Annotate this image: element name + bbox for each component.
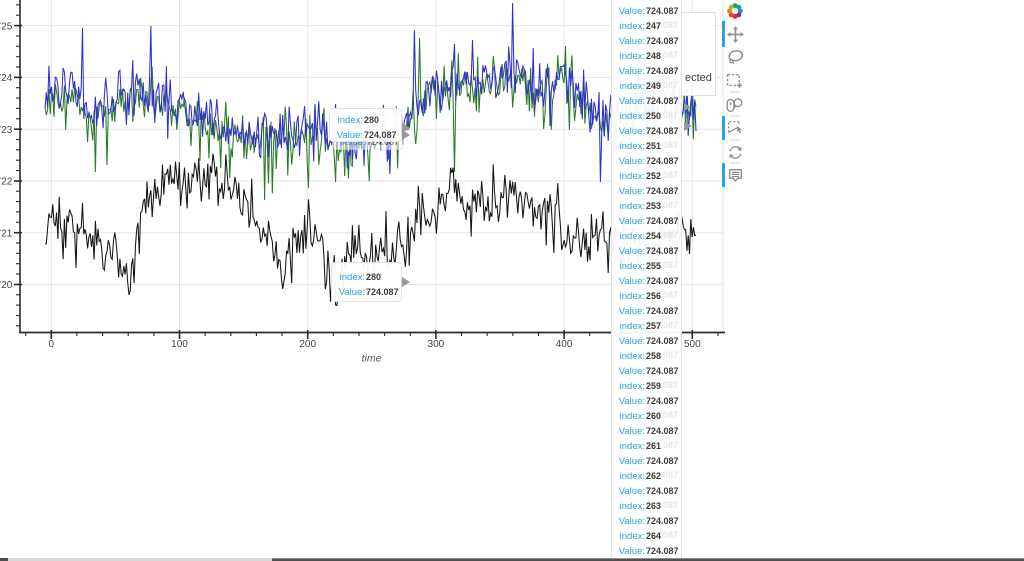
svg-text:725: 725 (0, 21, 13, 32)
svg-text:721: 721 (0, 228, 13, 239)
svg-text:0: 0 (49, 339, 55, 350)
svg-text:400: 400 (556, 339, 573, 350)
svg-text:100: 100 (171, 339, 188, 350)
svg-text:722: 722 (0, 177, 13, 188)
svg-text:300: 300 (428, 339, 445, 350)
svg-text:time: time (362, 353, 382, 365)
svg-text:200: 200 (299, 339, 316, 350)
svg-text:724: 724 (0, 73, 13, 84)
svg-text:723: 723 (0, 125, 13, 136)
svg-text:500: 500 (684, 339, 701, 350)
svg-text:720: 720 (0, 280, 13, 291)
